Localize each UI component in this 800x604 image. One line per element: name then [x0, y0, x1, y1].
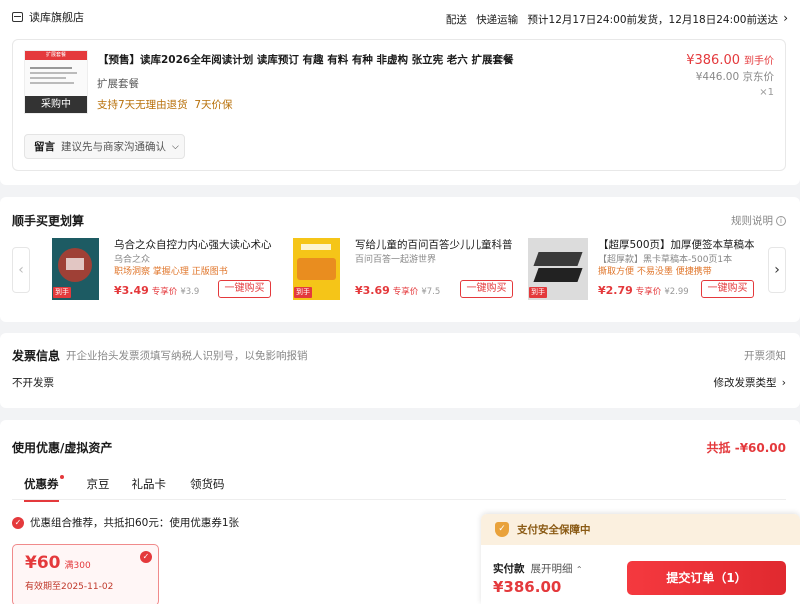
addon-price: ¥3.69 专享价 ¥7.5	[355, 284, 440, 297]
addon-tag: 职场洞察 掌握心理 正版图书	[114, 267, 228, 277]
coupon-amount: ¥60	[25, 553, 61, 573]
buy-now-button[interactable]: 一键购买	[460, 280, 513, 298]
carousel-prev-button[interactable]: ‹	[12, 247, 30, 293]
final-price-value: ¥386.00	[686, 53, 740, 68]
service-tags[interactable]: 支持7天无理由退货 7天价保	[97, 97, 233, 112]
tab-coupons-label: 优惠券	[24, 477, 59, 491]
shop-header[interactable]: 读库旗舰店	[12, 9, 84, 25]
check-circle-icon: ✓	[12, 516, 24, 529]
invoice-card: 发票信息 开企业抬头发票须填写纳税人识别号，以免影响报销 开票须知 不开发票 修…	[0, 333, 800, 408]
invoice-title: 发票信息	[12, 349, 61, 363]
addon-price-value: ¥3.69	[355, 284, 390, 297]
purchasing-badge: 采购中	[25, 96, 87, 113]
product-thumbnail[interactable]: 扩展套餐 采购中	[24, 50, 88, 114]
payment-panel: ✓ 支付安全保障中 实付款 展开明细 ⌃ ¥386.00 提交订单（1）	[481, 514, 800, 604]
addon-cover: 到手	[52, 238, 99, 300]
addon-price: ¥3.49 专享价 ¥3.9	[114, 284, 199, 297]
jd-price-note: 京东价	[742, 71, 775, 83]
dot-indicator	[59, 475, 64, 479]
addon-price-value: ¥3.49	[114, 284, 149, 297]
thumbnail-header: 扩展套餐	[25, 51, 87, 60]
recommend-text: 优惠组合推荐，共抵扣60元：使用优惠券1张	[30, 517, 240, 529]
jd-price: ¥446.00 京东价	[696, 69, 774, 84]
coupon-total: 共抵 -¥60.00	[706, 441, 786, 455]
tabs-divider	[12, 499, 786, 500]
expand-detail-label: 展开明细	[530, 563, 573, 575]
addon-name: 乌合之众自控力内心强大读心术心	[114, 239, 272, 251]
coupon-title: 使用优惠/虚拟资产	[12, 441, 113, 455]
final-price-note: 到手价	[744, 56, 774, 67]
addon-cover: 到手	[528, 238, 588, 300]
coupon-amount-row: ¥60 满300	[25, 553, 91, 573]
addon-price-note: 专享价	[635, 287, 662, 297]
pay-label: 实付款	[493, 563, 525, 575]
coupon-condition: 满300	[64, 561, 91, 571]
addon-orig-price: ¥7.5	[421, 287, 441, 297]
addon-item[interactable]: 到手 【超厚500页】加厚便签本草稿本 【超厚款】黑卡草稿本-500页1本 撕取…	[528, 238, 758, 302]
coupon-expiry: 有效期至2025-11-02	[25, 582, 114, 592]
product-spec: 扩展套餐	[97, 78, 139, 90]
addon-cover: 到手	[293, 238, 340, 300]
invoice-hint: 开企业抬头发票须填写纳税人识别号，以免影响报销	[66, 350, 308, 362]
submit-order-button[interactable]: 提交订单（1）	[627, 561, 786, 595]
rules-link[interactable]: 规则说明 i	[731, 213, 786, 228]
quantity: ×1	[759, 87, 774, 98]
addon-name: 写给儿童的百问百答少儿儿童科普	[355, 239, 513, 251]
addon-price-note: 专享价	[392, 287, 419, 297]
delivery-eta: 预计12月17日24:00前发货，12月18日24:00前送达	[527, 14, 778, 26]
shield-icon: ✓	[495, 522, 509, 537]
delivery-label: 配送	[445, 14, 467, 26]
addon-card: 顺手买更划算 规则说明 i ‹ › 到手 乌合之众自控力内心强大读心术心 乌合之…	[0, 197, 800, 322]
addon-item[interactable]: 到手 乌合之众自控力内心强大读心术心 乌合之众 职场洞察 掌握心理 正版图书 ¥…	[52, 238, 277, 302]
cover-tag: 到手	[53, 287, 71, 298]
addon-name: 【超厚500页】加厚便签本草稿本	[598, 239, 755, 251]
delivery-info[interactable]: 配送 快递运输 预计12月17日24:00前发货，12月18日24:00前送达	[446, 12, 778, 27]
modify-invoice-label: 修改发票类型	[713, 377, 777, 389]
delivery-method: 快递运输	[476, 14, 519, 26]
invoice-notice-link[interactable]: 开票须知	[744, 348, 786, 363]
recommend-row: ✓ 优惠组合推荐，共抵扣60元：使用优惠券1张	[12, 515, 239, 530]
invoice-type: 不开发票	[12, 377, 54, 389]
buy-now-button[interactable]: 一键购买	[218, 280, 271, 298]
store-icon	[12, 12, 23, 22]
shop-name: 读库旗舰店	[29, 11, 84, 24]
coupon-ticket[interactable]: ¥60 满300 ✓ 有效期至2025-11-02	[12, 544, 159, 604]
buy-now-button[interactable]: 一键购买	[701, 280, 754, 298]
addon-price-value: ¥2.79	[598, 284, 633, 297]
addon-price: ¥2.79 专享价 ¥2.99	[598, 284, 689, 297]
addon-price-note: 专享价	[151, 287, 178, 297]
jd-price-value: ¥446.00	[695, 71, 740, 83]
addon-title: 顺手买更划算	[12, 214, 85, 228]
chevron-right-icon[interactable]: ›	[783, 11, 788, 25]
rules-label: 规则说明	[731, 215, 773, 227]
info-icon: i	[776, 215, 786, 226]
remark-dropdown[interactable]: 留言 建议先与商家沟通确认 ⌵	[24, 134, 185, 159]
remark-label: 留言	[34, 141, 55, 153]
cover-tag: 到手	[529, 287, 547, 298]
thumbnail-lines	[25, 60, 87, 91]
pay-label-row: 实付款 展开明细 ⌃	[493, 561, 583, 576]
product-title[interactable]: 【预售】读库2026全年阅读计划 读库预订 有趣 有料 有种 非虚构 张立宪 老…	[98, 52, 513, 67]
addon-tag: 撕取方便 不易没墨 便捷携带	[598, 267, 712, 277]
addon-sub: 百问百答一起游世界	[355, 255, 437, 265]
addon-orig-price: ¥2.99	[664, 287, 689, 297]
pay-amount: ¥386.00	[493, 578, 562, 596]
cover-tag: 到手	[294, 287, 312, 298]
chevron-right-icon: ›	[781, 377, 786, 389]
final-price: ¥386.00 到手价	[686, 52, 774, 68]
carousel-next-button[interactable]: ›	[768, 247, 786, 293]
order-shop-card: 读库旗舰店 配送 快递运输 预计12月17日24:00前发货，12月18日24:…	[0, 0, 800, 185]
chevron-up-icon: ⌃	[575, 565, 583, 574]
security-banner: ✓ 支付安全保障中	[481, 514, 800, 545]
modify-invoice-link[interactable]: 修改发票类型 ›	[713, 375, 786, 390]
addon-item[interactable]: 到手 写给儿童的百问百答少儿儿童科普 百问百答一起游世界 ¥3.69 专享价 ¥…	[293, 238, 518, 302]
security-text: 支付安全保障中	[517, 524, 591, 536]
expand-detail-link[interactable]: 展开明细 ⌃	[531, 561, 583, 576]
addon-orig-price: ¥3.9	[180, 287, 200, 297]
chevron-down-icon: ⌵	[172, 141, 179, 152]
remark-hint: 建议先与商家沟通确认	[61, 141, 166, 153]
check-circle-icon: ✓	[140, 551, 152, 563]
